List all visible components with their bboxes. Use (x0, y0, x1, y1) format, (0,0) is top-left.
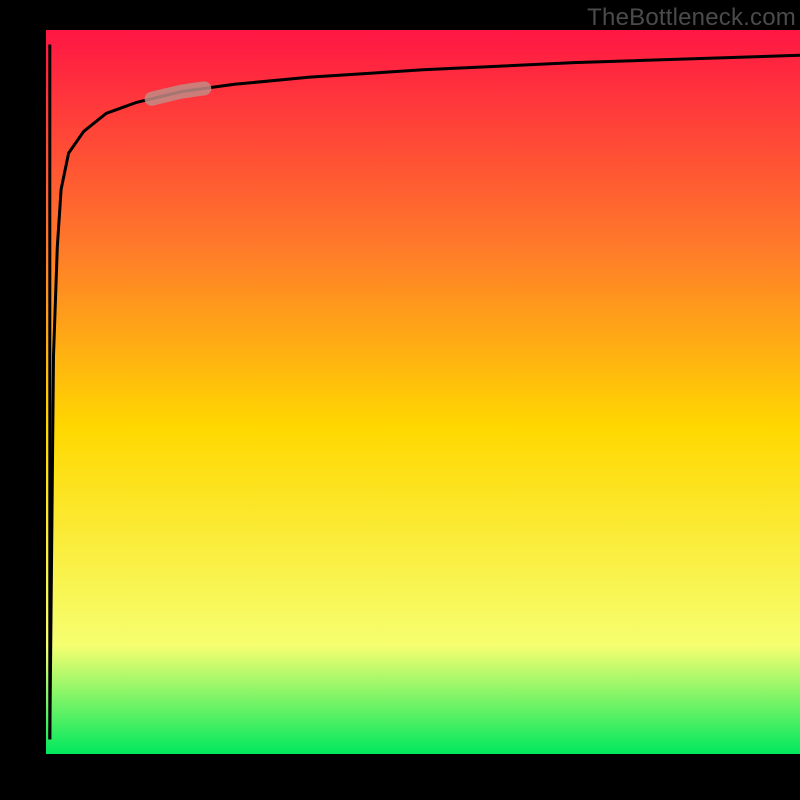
watermark-label: TheBottleneck.com (587, 4, 796, 32)
chart-plot-area (46, 30, 800, 754)
chart-frame: TheBottleneck.com (0, 0, 800, 800)
